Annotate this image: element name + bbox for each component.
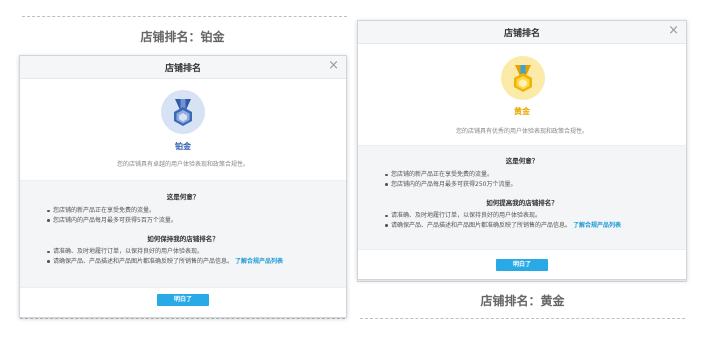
compliant-products-link[interactable]: 了解合规产品列表 [235,258,283,265]
tier-description: 您的店铺具有卓越的用户体验表现和政策合规性。 [116,161,249,168]
dialog-title: 店铺排名 [164,64,201,74]
gold-medal-icon [501,56,545,100]
keep-list: 请准确、及时地履行订单，以保持良好的用户体验表现。 请确保产品、产品描述和产品图… [46,247,346,266]
what-list: 您店铺的新产品正在享受免费的流量。 您店铺内的产品每月最多可获得5百万个流量。 [46,206,346,225]
divider-dashed [22,16,347,17]
divider-dashed [20,318,345,319]
dialog-title: 店铺排名 [503,29,540,39]
info-section: 这是何意？ 您店铺的新产品正在享受免费的流量。 您店铺内的产品每月最多可获得5百… [20,180,346,288]
dialog-titlebar: 店铺排名 × [358,21,686,44]
close-icon[interactable]: × [668,24,679,38]
list-item: 您店铺的新产品正在享受免费的流量。 [384,170,686,180]
list-item: 您店铺的新产品正在享受免费的流量。 [46,206,346,216]
got-it-button[interactable]: 明白了 [157,294,209,306]
store-ranking-dialog-gold: 店铺排名 × 黄金 您的店铺具有优秀的用户体验表现和政策合规性。 这是何意？ 您… [357,20,687,280]
what-heading: 这是何意？ [166,193,200,201]
compliant-products-link[interactable]: 了解合规产品列表 [573,222,621,229]
info-section: 这是何意？ 您店铺的新产品正在享受免费的流量。 您店铺内的产品每月最多可获得25… [358,145,686,250]
tier-description: 您的店铺具有优秀的用户体验表现和政策合规性。 [455,128,588,135]
list-item: 请确保产品、产品描述和产品图片都准确反映了所销售的产品信息。 了解合规产品列表 [384,221,686,231]
improve-heading: 如何提高我的店铺排名？ [486,199,558,207]
tier-name-gold: 黄金 [514,107,530,116]
keep-heading: 如何保持我的店铺排名？ [147,235,219,243]
list-item: 请准确、及时地履行订单，以保持良好的用户体验表现。 [384,211,686,221]
list-item: 请确保产品、产品描述和产品图片都准确反映了所销售的产品信息。 了解合规产品列表 [46,257,346,267]
list-item: 请准确、及时地履行订单，以保持良好的用户体验表现。 [46,247,346,257]
divider-dashed [360,318,685,319]
list-item: 您店铺内的产品每月最多可获得250万个流量。 [384,180,686,190]
store-ranking-dialog-platinum: 店铺排名 × 铂金 您的店铺具有卓越的用户体验表现和政策合规性。 这是何意？ 您… [19,55,347,318]
caption-gold: 店铺排名：黄金 [480,294,565,308]
caption-platinum: 店铺排名：铂金 [140,30,225,44]
list-item: 您店铺内的产品每月最多可获得5百万个流量。 [46,216,346,226]
what-heading: 这是何意？ [505,157,539,165]
tier-name-platinum: 铂金 [175,142,191,151]
got-it-button[interactable]: 明白了 [496,259,548,271]
platinum-medal-icon [161,90,205,134]
close-icon[interactable]: × [328,59,339,73]
improve-list: 请准确、及时地履行订单，以保持良好的用户体验表现。 请确保产品、产品描述和产品图… [384,211,686,230]
list-item-text: 请确保产品、产品描述和产品图片都准确反映了所销售的产品信息。 [53,257,234,265]
list-item-text: 请确保产品、产品描述和产品图片都准确反映了所销售的产品信息。 [391,221,572,229]
what-list: 您店铺的新产品正在享受免费的流量。 您店铺内的产品每月最多可获得250万个流量。 [384,170,686,189]
dialog-titlebar: 店铺排名 × [20,56,346,79]
